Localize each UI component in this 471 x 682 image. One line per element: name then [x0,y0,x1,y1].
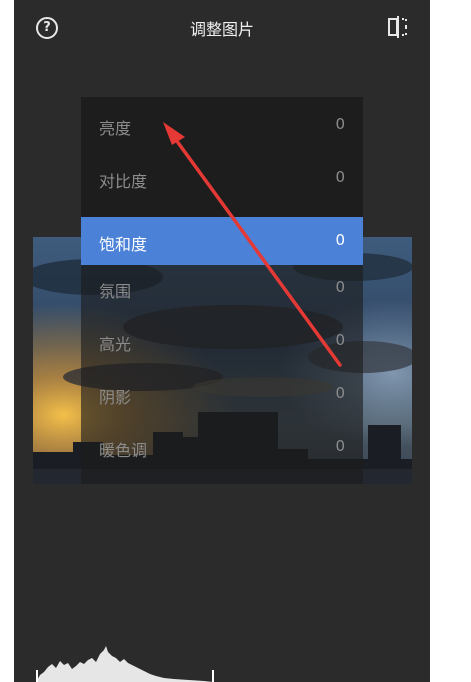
menu-item-warmth[interactable]: 暖色调 0 [81,423,363,471]
menu-item-contrast[interactable]: 对比度 0 [81,154,363,202]
menu-item-label: 对比度 [99,172,148,191]
menu-item-label: 阴影 [99,388,132,407]
menu-item-value: 0 [335,384,345,402]
menu-item-shadows[interactable]: 阴影 0 [81,370,363,418]
menu-item-brightness[interactable]: 亮度 0 [81,101,363,149]
menu-item-value: 0 [335,115,345,133]
menu-item-saturation[interactable]: 饱和度 0 [81,217,363,265]
menu-item-label: 氛围 [99,282,132,301]
menu-item-label: 亮度 [99,119,132,138]
menu-item-label: 暖色调 [99,441,148,460]
menu-item-ambiance[interactable]: 氛围 0 [81,264,363,312]
adjust-menu: 亮度 0 对比度 0 饱和度 0 氛围 0 高光 0 阴影 0 暖色调 0 [81,97,363,484]
compare-icon[interactable] [386,15,410,39]
top-bar: ? 调整图片 [14,0,430,56]
menu-item-value: 0 [335,331,345,349]
menu-item-highlights[interactable]: 高光 0 [81,317,363,365]
page-title: 调整图片 [189,20,254,39]
menu-item-label: 高光 [99,335,132,354]
histogram [36,646,214,682]
menu-item-value: 0 [335,278,345,296]
menu-item-label: 饱和度 [99,235,148,254]
menu-item-value: 0 [335,437,345,455]
menu-item-value: 0 [335,168,345,186]
menu-item-value: 0 [335,231,345,249]
photo-editor-screen: ? 调整图片 亮度 0 对比度 0 饱和度 0 氛围 0 高光 0 阴影 0 暖… [14,0,430,682]
